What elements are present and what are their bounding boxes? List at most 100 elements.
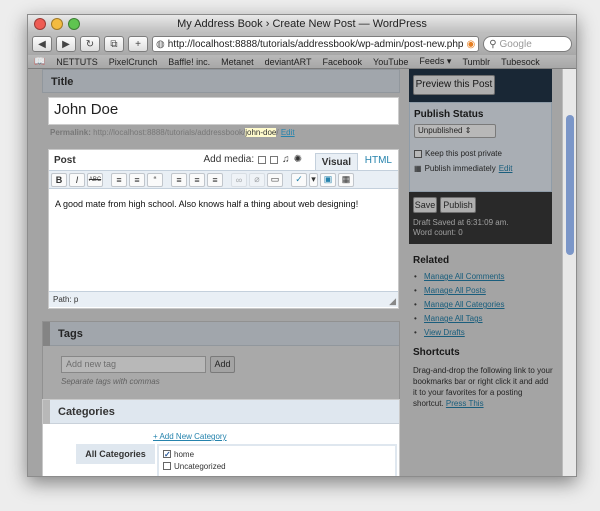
tags-heading: Tags xyxy=(43,322,399,346)
close-window-button[interactable] xyxy=(34,18,46,30)
title-bar: My Address Book › Create New Post — Word… xyxy=(28,15,576,33)
add-tag-button[interactable]: Add xyxy=(210,356,235,373)
bold-button[interactable]: B xyxy=(51,172,67,187)
search-icon: ⚲ xyxy=(489,38,497,50)
insert-more-button[interactable]: ▭ xyxy=(267,172,283,187)
category-checklist: ✓ home Uncategorized xyxy=(157,444,397,476)
add-media-row: Add media: ♫ ✺ xyxy=(204,154,302,165)
categories-heading: Categories xyxy=(43,400,399,424)
post-editor-panel: Post Add media: ♫ ✺ Visual HTML B I ABC … xyxy=(48,149,399,309)
search-placeholder: Google xyxy=(499,38,532,50)
scrollbar-thumb[interactable] xyxy=(566,115,574,255)
tab-visual[interactable]: Visual xyxy=(314,153,358,170)
permalink-slug: john-doe xyxy=(245,128,277,137)
shortcuts-heading: Shortcuts xyxy=(413,347,460,358)
category-checkbox-checked[interactable]: ✓ xyxy=(163,450,171,459)
related-link[interactable]: Manage All Posts xyxy=(413,286,505,300)
kitchen-sink-button[interactable]: ▦ xyxy=(338,172,354,187)
related-links: Manage All Comments Manage All Posts Man… xyxy=(413,272,505,342)
unlink-button[interactable]: ⌀ xyxy=(249,172,265,187)
add-new-category-link[interactable]: + Add New Category xyxy=(153,432,227,441)
status-select-value: Unpublished xyxy=(418,126,463,135)
zoom-window-button[interactable] xyxy=(68,18,80,30)
back-arrow-icon: ◀ xyxy=(38,38,46,50)
bullet-list-button[interactable]: ≡ xyxy=(111,172,127,187)
bookmark-item[interactable]: Metanet xyxy=(221,57,254,67)
plus-icon: + xyxy=(135,38,141,50)
publish-immediately-label: Publish immediately xyxy=(424,164,496,173)
shortcuts-description: Drag-and-drop the following link to your… xyxy=(413,365,553,409)
publish-status-box: Publish Status Unpublished ⇕ Keep this p… xyxy=(409,102,552,192)
related-link[interactable]: Manage All Tags xyxy=(413,314,505,328)
spellcheck-dropdown[interactable]: ▾ xyxy=(309,172,318,187)
vertical-scrollbar[interactable] xyxy=(562,69,576,476)
bookmark-item[interactable]: Facebook xyxy=(323,57,363,67)
tab-html[interactable]: HTML xyxy=(365,155,392,166)
spellcheck-button[interactable]: ✓ xyxy=(291,172,307,187)
forward-button[interactable]: ▶ xyxy=(56,36,76,52)
category-item: ✓ home xyxy=(163,448,391,460)
bookmark-item[interactable]: deviantART xyxy=(265,57,312,67)
align-center-button[interactable]: ≡ xyxy=(189,172,205,187)
bookmark-item[interactable]: Tubesock xyxy=(501,57,540,67)
preview-bar: Preview this Post xyxy=(409,69,552,102)
strikethrough-button[interactable]: ABC xyxy=(87,172,103,187)
save-button[interactable]: Save xyxy=(413,197,437,213)
tags-box: Tags Add new tag Add Separate tags with … xyxy=(42,321,400,401)
bookmark-item[interactable]: Tumblr xyxy=(462,57,490,67)
tags-box-toggle[interactable] xyxy=(43,322,50,346)
keep-private-label: Keep this post private xyxy=(425,149,502,158)
preview-post-button[interactable]: Preview this Post xyxy=(413,75,495,95)
publish-button[interactable]: Publish xyxy=(440,197,476,213)
add-video-icon[interactable] xyxy=(270,155,279,164)
reload-button[interactable]: ↻ xyxy=(80,36,100,52)
new-tag-input[interactable]: Add new tag xyxy=(61,356,206,373)
italic-button[interactable]: I xyxy=(69,172,85,187)
align-right-button[interactable]: ≡ xyxy=(207,172,223,187)
blockquote-button[interactable]: “ xyxy=(147,172,163,187)
numbered-list-button[interactable]: ≡ xyxy=(129,172,145,187)
main-column: Title xyxy=(42,69,400,93)
add-bookmark-button[interactable]: + xyxy=(128,36,148,52)
save-actions-bar: Save Publish Draft Saved at 6:31:09 am. … xyxy=(409,192,552,244)
related-link[interactable]: View Drafts xyxy=(413,328,505,342)
bookmark-item[interactable]: Feeds ▾ xyxy=(419,56,451,67)
bookmark-item[interactable]: NETTUTS xyxy=(56,57,98,67)
publish-time-edit-link[interactable]: Edit xyxy=(499,164,513,173)
add-image-icon[interactable] xyxy=(258,155,267,164)
related-link[interactable]: Manage All Comments xyxy=(413,272,505,286)
tab-all-categories[interactable]: All Categories xyxy=(76,444,155,464)
search-field[interactable]: ⚲ Google xyxy=(483,36,572,52)
editor-toolbar: B I ABC ≡ ≡ “ ≡ ≡ ≡ ∞ ⌀ ▭ ✓ ▾ ▣ ▦ xyxy=(49,170,398,189)
bookmark-item[interactable]: Baffle! inc. xyxy=(168,57,210,67)
add-audio-icon[interactable]: ♫ xyxy=(282,154,290,165)
press-this-link[interactable]: Press This xyxy=(446,399,484,408)
keep-private-option: Keep this post private xyxy=(414,149,502,158)
browser-toolbar: ◀ ▶ ↻ ⧉ + ◍ http://localhost:8888/tutori… xyxy=(28,33,576,55)
fullscreen-button[interactable]: ▣ xyxy=(320,172,336,187)
align-left-button[interactable]: ≡ xyxy=(171,172,187,187)
title-input[interactable]: John Doe xyxy=(49,98,398,124)
resize-handle-icon[interactable]: ◢ xyxy=(389,296,396,307)
snapback-button[interactable]: ⧉ xyxy=(104,36,124,52)
minimize-window-button[interactable] xyxy=(51,18,63,30)
related-link[interactable]: Manage All Categories xyxy=(413,300,505,314)
bookmarks-book-icon[interactable]: 📖 xyxy=(34,56,45,67)
permalink-edit-link[interactable]: Edit xyxy=(281,128,295,137)
post-editor-header: Post Add media: ♫ ✺ Visual HTML xyxy=(49,150,398,170)
back-button[interactable]: ◀ xyxy=(32,36,52,52)
keep-private-checkbox[interactable] xyxy=(414,149,422,158)
status-select[interactable]: Unpublished ⇕ xyxy=(414,124,496,138)
permalink-base: http://localhost:8888/tutorials/addressb… xyxy=(93,128,246,137)
post-content-editor[interactable]: A good mate from high school. Also knows… xyxy=(49,189,398,291)
permalink-label: Permalink: xyxy=(50,128,91,137)
bookmark-item[interactable]: PixelCrunch xyxy=(109,57,158,67)
insert-link-button[interactable]: ∞ xyxy=(231,172,247,187)
title-box-heading: Title xyxy=(42,69,400,93)
bookmark-item[interactable]: YouTube xyxy=(373,57,408,67)
category-checkbox[interactable] xyxy=(163,462,171,470)
chevron-updown-icon: ⇕ xyxy=(464,126,472,135)
address-bar[interactable]: ◍ http://localhost:8888/tutorials/addres… xyxy=(152,36,480,52)
categories-box-toggle[interactable] xyxy=(43,400,50,424)
add-media-icon[interactable]: ✺ xyxy=(294,154,302,165)
